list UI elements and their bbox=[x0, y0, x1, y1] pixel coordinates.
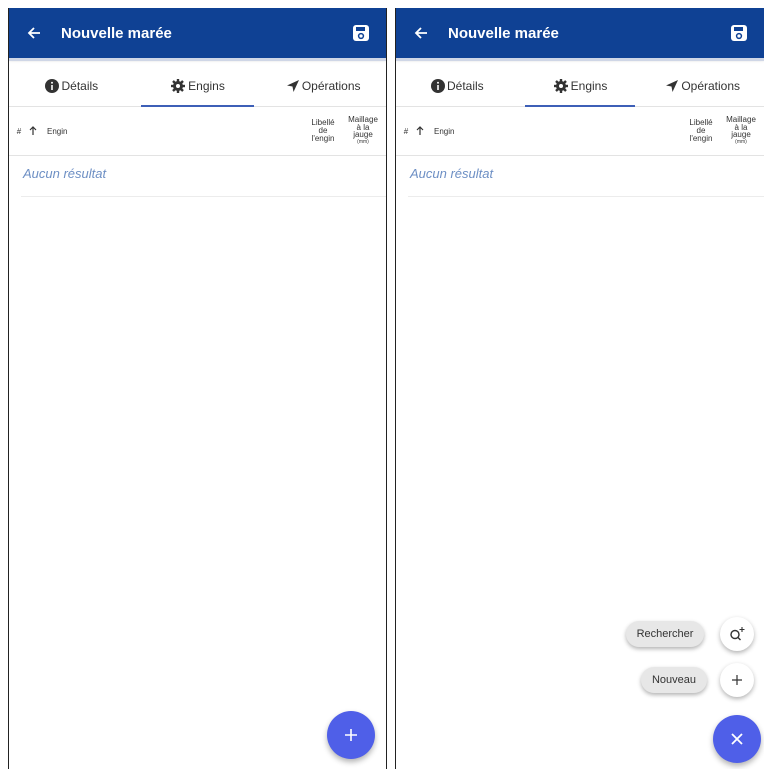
column-maillage[interactable]: Maillage à la jauge (mm) bbox=[340, 116, 386, 146]
app-toolbar: Nouvelle marée bbox=[9, 8, 386, 61]
column-maillage-unit: (mm) bbox=[357, 138, 369, 145]
search-plus-icon bbox=[730, 627, 745, 641]
sort-button[interactable] bbox=[414, 126, 426, 136]
tab-details-label: Détails bbox=[446, 79, 484, 93]
tab-details[interactable]: Détails bbox=[396, 66, 519, 106]
add-fab-button[interactable] bbox=[327, 711, 375, 759]
tab-operations-label: Opérations bbox=[681, 79, 741, 93]
column-libelle[interactable]: Libellé de l'engin bbox=[306, 119, 340, 143]
tab-bar: Détails Engins Opérations bbox=[396, 66, 764, 107]
divider bbox=[408, 196, 764, 197]
column-maillage[interactable]: Maillage à la jauge (mm) bbox=[718, 116, 764, 146]
column-hash: # bbox=[403, 126, 409, 136]
column-engin[interactable]: Engin bbox=[47, 127, 306, 136]
save-icon bbox=[353, 25, 369, 41]
navigation-arrow-icon bbox=[666, 80, 679, 92]
page-title: Nouvelle marée bbox=[61, 24, 172, 42]
back-button[interactable] bbox=[410, 22, 432, 44]
close-icon bbox=[731, 733, 743, 745]
tab-operations[interactable]: Opérations bbox=[641, 66, 764, 106]
column-maillage-line: jauge bbox=[731, 130, 751, 140]
page-title: Nouvelle marée bbox=[448, 24, 559, 42]
close-fab-button[interactable] bbox=[713, 715, 761, 763]
app-toolbar: Nouvelle marée bbox=[396, 8, 764, 61]
tab-operations-label: Opérations bbox=[301, 79, 361, 93]
table-header: # Engin Libellé de l'engin Maillage à la… bbox=[396, 107, 764, 156]
table-header: # Engin Libellé de l'engin Maillage à la… bbox=[9, 107, 386, 156]
empty-result-text: Aucun résultat bbox=[410, 166, 494, 181]
column-hash: # bbox=[16, 126, 22, 136]
plus-icon bbox=[345, 729, 357, 741]
tab-engins[interactable]: Engins bbox=[135, 66, 261, 107]
new-add-button[interactable] bbox=[720, 663, 754, 697]
save-button[interactable] bbox=[352, 24, 370, 42]
new-chip-button[interactable]: Nouveau bbox=[641, 667, 707, 693]
column-maillage-line: jauge bbox=[353, 130, 373, 140]
arrow-up-icon bbox=[29, 126, 37, 135]
save-icon bbox=[731, 25, 747, 41]
tab-engins-label: Engins bbox=[570, 79, 608, 93]
info-circle-icon bbox=[45, 79, 60, 93]
tab-engins-label: Engins bbox=[188, 79, 225, 93]
back-button[interactable] bbox=[23, 22, 45, 44]
plus-icon bbox=[732, 675, 742, 685]
gear-icon bbox=[553, 79, 568, 93]
info-circle-icon bbox=[430, 79, 445, 93]
column-maillage-unit: (mm) bbox=[735, 138, 747, 145]
column-engin[interactable]: Engin bbox=[434, 127, 684, 136]
empty-result-text: Aucun résultat bbox=[23, 166, 107, 181]
screen-right: Nouvelle marée Détails Engins Opérations… bbox=[395, 8, 764, 769]
arrow-left-icon bbox=[414, 27, 427, 39]
gear-icon bbox=[171, 79, 186, 93]
arrow-left-icon bbox=[27, 27, 40, 39]
column-libelle-line: l'engin bbox=[689, 134, 713, 143]
save-button[interactable] bbox=[730, 24, 748, 42]
column-libelle-line: l'engin bbox=[311, 134, 335, 143]
tab-details[interactable]: Détails bbox=[9, 66, 135, 106]
tab-engins[interactable]: Engins bbox=[519, 66, 642, 107]
tab-details-label: Détails bbox=[61, 79, 99, 93]
tab-bar: Détails Engins Opérations bbox=[9, 66, 386, 107]
column-libelle[interactable]: Libellé de l'engin bbox=[684, 119, 718, 143]
navigation-arrow-icon bbox=[286, 80, 299, 92]
arrow-up-icon bbox=[416, 126, 424, 135]
tab-operations[interactable]: Opérations bbox=[260, 66, 386, 106]
search-chip-button[interactable]: Rechercher bbox=[626, 621, 704, 647]
divider bbox=[21, 196, 386, 197]
search-add-button[interactable] bbox=[720, 617, 754, 651]
screen-left: Nouvelle marée Détails Engins Opérations… bbox=[8, 8, 387, 769]
sort-button[interactable] bbox=[27, 126, 39, 136]
